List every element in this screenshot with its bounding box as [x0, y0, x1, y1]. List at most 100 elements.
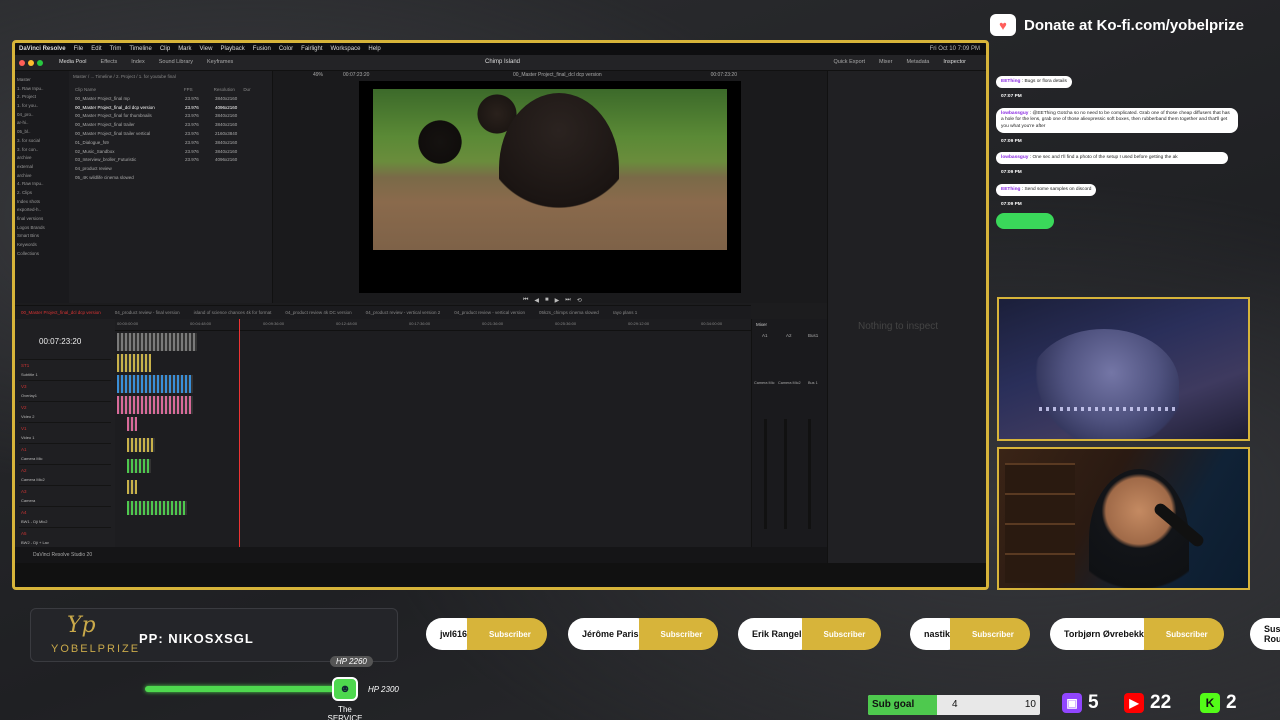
timeline-clip[interactable] — [117, 375, 193, 393]
clip-row[interactable]: 03_Interview_broller_Futuristic 23.976 409… — [71, 157, 273, 166]
timeline-tab[interactable]: 04_product review - vertical version — [454, 310, 525, 315]
clip-row[interactable]: 02_Music_Sandbox 23.976 3840x2160 — [71, 149, 273, 158]
fader-a2[interactable] — [784, 419, 787, 529]
bin-item[interactable]: ar-hi.. — [17, 120, 67, 129]
thumbnail-strip[interactable] — [15, 563, 986, 587]
bin-item[interactable]: final versions — [17, 216, 67, 225]
menu-playback[interactable]: Playback — [220, 46, 244, 52]
play-icon[interactable]: ▶ — [555, 297, 560, 304]
timeline-clip[interactable] — [117, 333, 197, 351]
bin-item[interactable]: Index shots — [17, 199, 67, 208]
bin-item[interactable]: external — [17, 164, 67, 173]
timeline-clip[interactable] — [127, 501, 187, 515]
loop-icon[interactable]: ⟲ — [577, 297, 582, 304]
bin-item[interactable]: Logos Brands — [17, 225, 67, 234]
timeline-tab[interactable]: 04_product review - final version — [115, 310, 180, 315]
clip-name: 00_Master Project_final_dcl dcp version — [75, 104, 155, 110]
bin-item[interactable]: 4. Raw Inpu.. — [17, 181, 67, 190]
clip-row[interactable]: 00_Master Project_final_dcl dcp version 2… — [71, 105, 273, 114]
menu-fusion[interactable]: Fusion — [253, 46, 271, 52]
bin-item[interactable]: 3. for con.. — [17, 147, 67, 156]
clip-fps — [185, 175, 215, 184]
timeline-tab[interactable]: 05k2s_chimps cinema slowed — [539, 310, 599, 315]
timeline-tab[interactable]: rayo plans 1 — [613, 310, 638, 315]
menu-app[interactable]: DaVinci Resolve — [19, 46, 66, 52]
menu-trim[interactable]: Trim — [110, 46, 122, 52]
menu-view[interactable]: View — [200, 46, 213, 52]
tab-media-pool[interactable]: Media Pool — [59, 59, 87, 65]
menu-fairlight[interactable]: Fairlight — [301, 46, 322, 52]
timeline-clip[interactable] — [127, 417, 137, 431]
timeline-clip[interactable] — [127, 459, 151, 473]
viewer-zoom[interactable]: 49% — [313, 72, 323, 78]
clip-row[interactable]: 05_4K wildlife cinema slowed — [71, 175, 273, 184]
bin-item[interactable]: Collections — [17, 251, 67, 260]
rewind-icon[interactable]: ◀ — [534, 297, 539, 304]
menu-mark[interactable]: Mark — [178, 46, 191, 52]
timeline-clip[interactable] — [117, 396, 193, 414]
timeline-clip[interactable] — [117, 354, 151, 372]
timeline-tab[interactable]: island of science chances 4k for format — [194, 310, 272, 315]
tab-index[interactable]: Index — [131, 59, 144, 65]
viewer-frame[interactable] — [359, 81, 741, 293]
clip-row[interactable]: 00_Master Project_final mp 23.976 3840x216… — [71, 96, 273, 105]
menu-clip[interactable]: Clip — [160, 46, 170, 52]
bin-item[interactable]: 2. Clips — [17, 190, 67, 199]
menu-color[interactable]: Color — [279, 46, 293, 52]
tab-inspector[interactable]: Inspector — [943, 59, 966, 65]
bin-item[interactable]: archive — [17, 173, 67, 182]
timeline-ruler[interactable]: 00:00:00:00 00:04:48:00 00:09:36:00 00:12:4… — [115, 319, 751, 331]
clip-row[interactable]: 04_product review — [71, 166, 273, 175]
fader-bus1[interactable] — [808, 419, 811, 529]
resolve-window: DaVinci Resolve File Edit Trim Timeline … — [12, 40, 989, 590]
tab-keyframes[interactable]: Keyframes — [207, 59, 233, 65]
tab-sound-library[interactable]: Sound Library — [159, 59, 193, 65]
bin-item[interactable]: 2. Project — [17, 94, 67, 103]
zoom-window-button[interactable] — [37, 60, 43, 66]
timeline-tab[interactable]: 00_Master Project_final_dcl dcp version — [21, 310, 101, 315]
minimize-window-button[interactable] — [28, 60, 34, 66]
bin-item[interactable]: Smart Bins — [17, 233, 67, 242]
column-duration[interactable]: Dur — [243, 87, 273, 96]
bin-item[interactable]: exported-h.. — [17, 207, 67, 216]
clip-row[interactable]: 00_Master Project_final for thumbnails 23… — [71, 113, 273, 122]
skip-back-icon[interactable]: ⏮ — [523, 297, 528, 304]
column-clip-name[interactable]: Clip Name — [75, 87, 184, 96]
menu-workspace[interactable]: Workspace — [331, 46, 361, 52]
chat-text: Send some samples on discord — [1024, 187, 1092, 192]
timeline-clip[interactable] — [127, 438, 155, 452]
mixer-label-camera-mic: Camera Mic — [754, 381, 775, 385]
bin-item[interactable]: 04_pro.. — [17, 112, 67, 121]
clip-row[interactable]: 00_Master Project_final trailer 23.976 384… — [71, 122, 273, 131]
menu-file[interactable]: File — [74, 46, 84, 52]
tab-effects[interactable]: Effects — [101, 59, 118, 65]
bin-item[interactable]: Keywords — [17, 242, 67, 251]
bin-item[interactable]: 1. for you.. — [17, 103, 67, 112]
playhead[interactable] — [239, 319, 240, 547]
bin-item[interactable]: 05_bl.. — [17, 129, 67, 138]
bin-item[interactable]: 3. for social — [17, 138, 67, 147]
clip-row[interactable]: 00_Master Project_final trailer vertical… — [71, 131, 273, 140]
timeline-tab[interactable]: 04_product review 4k DC version — [285, 310, 351, 315]
clip-row[interactable]: 01_Dialogue_fs9 23.976 3840x2160 — [71, 140, 273, 149]
bin-item[interactable]: archive — [17, 155, 67, 164]
viewer-clip-name[interactable]: 00_Master Project_final_dcl dcp version — [513, 72, 602, 78]
tab-quick-export[interactable]: Quick Export — [834, 59, 865, 65]
bin-item[interactable]: Master — [17, 77, 67, 86]
menu-timeline[interactable]: Timeline — [129, 46, 151, 52]
close-window-button[interactable] — [19, 60, 25, 66]
skip-forward-icon[interactable]: ⏭ — [565, 297, 570, 304]
menu-help[interactable]: Help — [368, 46, 380, 52]
chat-user: EEThing — [1001, 187, 1021, 192]
column-resolution[interactable]: Resolution — [214, 87, 244, 96]
timeline-clip[interactable] — [127, 480, 137, 494]
tab-mixer[interactable]: Mixer — [879, 59, 892, 65]
menu-edit[interactable]: Edit — [91, 46, 101, 52]
timeline-area[interactable]: 00:00:00:00 00:04:48:00 00:09:36:00 00:12:4… — [115, 319, 751, 547]
column-fps[interactable]: FPS — [184, 87, 214, 96]
bin-item[interactable]: 1. Raw Inpu.. — [17, 86, 67, 95]
stop-icon[interactable]: ■ — [545, 297, 549, 304]
fader-a1[interactable] — [764, 419, 767, 529]
tab-metadata[interactable]: Metadata — [906, 59, 929, 65]
timeline-tab[interactable]: 04_product review - vertical version 2 — [366, 310, 441, 315]
